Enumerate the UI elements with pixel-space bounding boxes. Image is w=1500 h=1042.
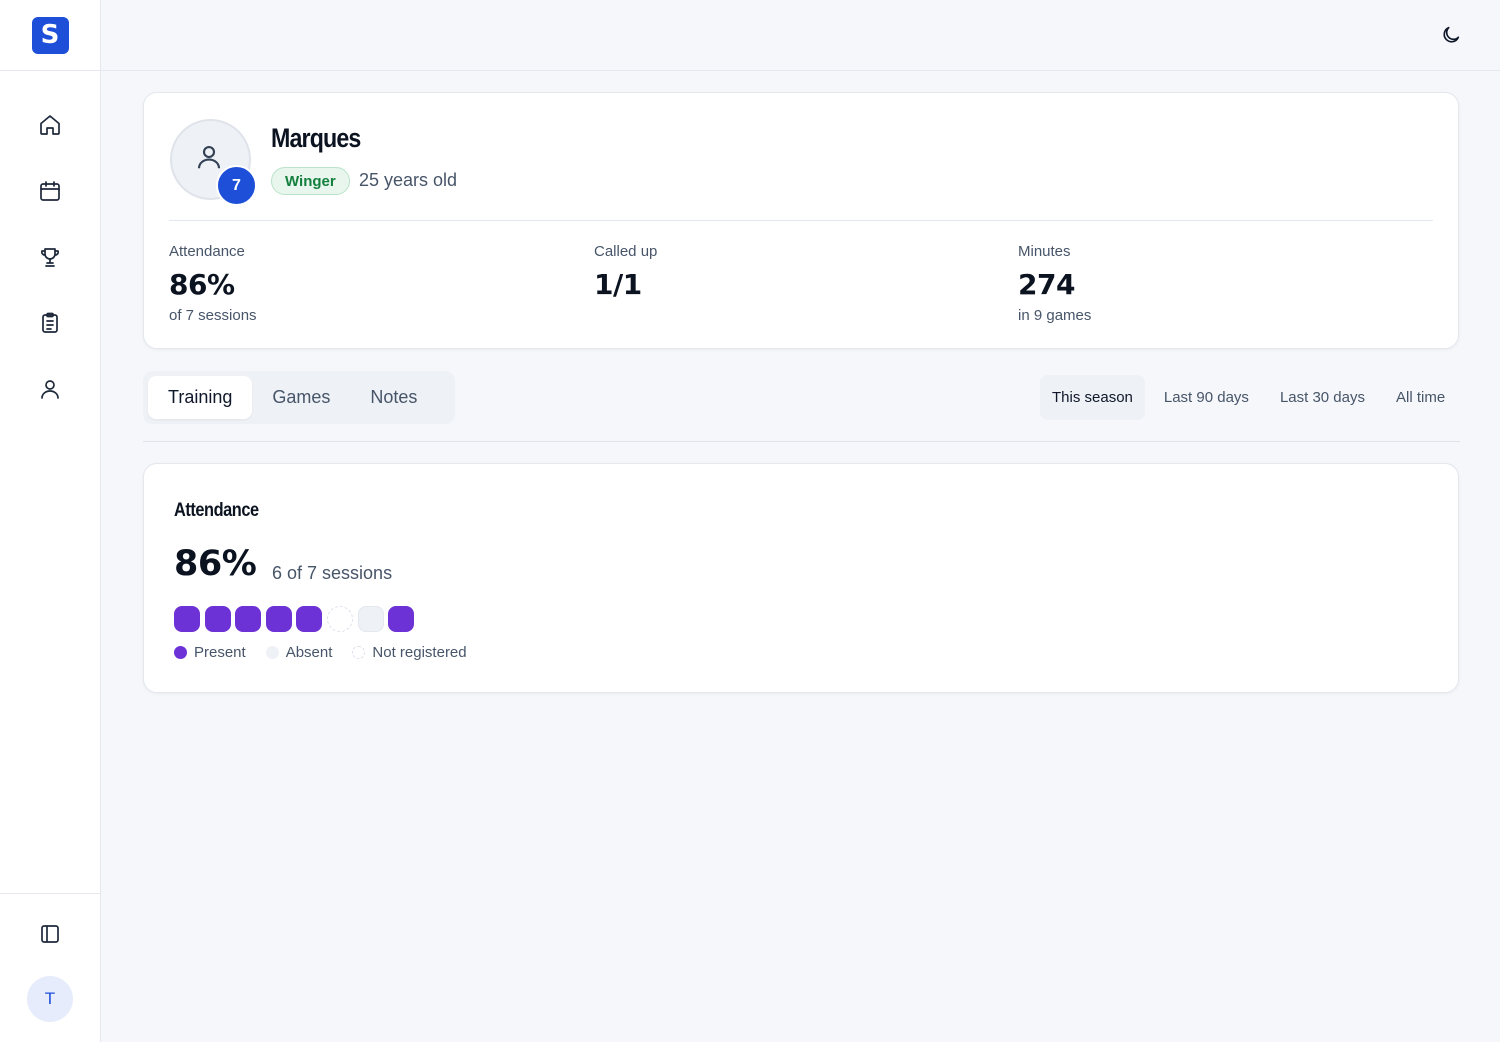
session-dot-absent[interactable] xyxy=(357,606,384,632)
top-bar xyxy=(101,0,1500,71)
sidebar-item-trophy[interactable] xyxy=(0,224,100,290)
sidebar-toggle-button[interactable] xyxy=(38,922,62,946)
sidebar-item-clipboard[interactable] xyxy=(0,290,100,356)
range-last-90-days[interactable]: Last 90 days xyxy=(1152,375,1261,420)
range-last-30-days[interactable]: Last 30 days xyxy=(1268,375,1377,420)
session-dot-present[interactable] xyxy=(174,606,200,632)
session-dot-present[interactable] xyxy=(388,606,415,632)
tab-notes[interactable]: Notes xyxy=(350,376,437,419)
user-icon xyxy=(197,145,220,168)
stat-called-up: Called up 1/1 xyxy=(594,243,657,301)
stat-minutes: Minutes 274 in 9 games xyxy=(1018,243,1091,324)
legend-swatch xyxy=(174,646,187,659)
stat-sub: in 9 games xyxy=(1018,307,1092,324)
trophy-icon xyxy=(40,248,60,267)
tab-training[interactable]: Training xyxy=(148,376,253,419)
calendar-icon xyxy=(40,181,60,201)
theme-toggle-button[interactable] xyxy=(1440,24,1464,48)
jersey-number-badge: 7 xyxy=(216,165,257,206)
attendance-title: Attendance xyxy=(174,500,259,521)
session-dots xyxy=(174,606,419,632)
stat-value: 86% xyxy=(169,268,235,301)
session-dot-present[interactable] xyxy=(296,606,323,632)
stat-label: Called up xyxy=(594,243,658,260)
stat-attendance: Attendance 86% of 7 sessions xyxy=(169,243,257,324)
legend-label: Absent xyxy=(285,644,333,661)
legend-label: Present xyxy=(194,644,246,661)
stat-sub: of 7 sessions xyxy=(169,307,257,324)
legend-item-absent: Absent xyxy=(265,644,333,661)
legend-label: Not registered xyxy=(372,644,467,661)
tab-games[interactable]: Games xyxy=(252,376,350,419)
view-tabs: Training Games Notes xyxy=(143,371,455,424)
legend-item-not-registered: Not registered xyxy=(352,644,467,661)
player-profile-card: 7 Marques Winger 25 years old Attendance… xyxy=(143,92,1459,349)
logo-area: S xyxy=(0,0,100,71)
user-icon xyxy=(41,380,59,399)
home-icon xyxy=(40,115,60,135)
clipboard-list-icon xyxy=(42,312,58,333)
session-dot-present[interactable] xyxy=(235,606,262,632)
stat-label: Minutes xyxy=(1018,243,1071,260)
sidebar-nav xyxy=(0,92,100,422)
moon-icon xyxy=(1443,26,1460,43)
session-dot-not-registered[interactable] xyxy=(326,606,353,632)
attendance-summary: 6 of 7 sessions xyxy=(272,563,393,583)
sidebar-item-user[interactable] xyxy=(0,356,100,422)
divider xyxy=(143,441,1460,442)
legend-swatch xyxy=(265,646,279,659)
range-this-season[interactable]: This season xyxy=(1040,375,1145,420)
app-logo[interactable]: S xyxy=(31,16,69,54)
player-name: Marques xyxy=(271,123,361,153)
legend-item-present: Present xyxy=(174,644,246,661)
attendance-legend: Present Absent Not registered xyxy=(174,644,487,661)
sidebar-footer: T xyxy=(0,893,100,1042)
session-dot-present[interactable] xyxy=(204,606,231,632)
date-range-filter: This season Last 90 days Last 30 days Al… xyxy=(1040,375,1464,420)
sidebar-panel-icon xyxy=(41,925,59,943)
legend-swatch xyxy=(352,646,366,659)
range-all-time[interactable]: All time xyxy=(1384,375,1457,420)
sidebar-item-home[interactable] xyxy=(0,92,100,158)
player-age: 25 years old xyxy=(359,170,458,190)
attendance-percent: 86% xyxy=(174,544,257,584)
stat-value: 274 xyxy=(1018,268,1075,301)
stat-value: 1/1 xyxy=(594,268,642,301)
attendance-card: Attendance 86% 6 of 7 sessions Present Ab… xyxy=(143,463,1459,693)
sidebar: S T xyxy=(0,0,101,1042)
stat-label: Attendance xyxy=(169,243,245,260)
user-avatar[interactable]: T xyxy=(27,976,73,1022)
sidebar-item-calendar[interactable] xyxy=(0,158,100,224)
position-badge: Winger xyxy=(271,167,350,195)
divider xyxy=(169,220,1433,221)
session-dot-present[interactable] xyxy=(265,606,292,632)
